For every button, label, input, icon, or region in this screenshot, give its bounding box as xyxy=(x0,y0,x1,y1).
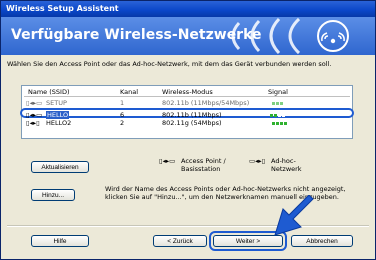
network-row-selected[interactable]: ▯◂▸▭ HELLO 6 802.11b (11Mbps) xyxy=(20,108,354,119)
refresh-button[interactable]: Aktualisieren xyxy=(31,161,89,173)
network-list[interactable]: Name (SSID) Kanal Wireless-Modus Signal … xyxy=(20,85,354,139)
network-mode: 802.11b (11Mbps/54Mbps) xyxy=(162,99,250,107)
network-name: SETUP xyxy=(46,99,67,107)
pointer-arrow-icon xyxy=(274,195,314,236)
back-button[interactable]: < Zurück xyxy=(153,235,207,247)
col-header-channel: Kanal xyxy=(120,88,139,96)
network-channel: 1 xyxy=(120,99,125,107)
network-row[interactable]: ▯◂▸▯ HELLO2 2 802.11g (54Mbps) xyxy=(22,118,352,128)
instruction-text: Wählen Sie den Access Point oder das Ad-… xyxy=(7,60,332,68)
network-row[interactable]: ▯◂▸▭ SETUP 1 802.11b (11Mbps/54Mbps) xyxy=(22,98,352,108)
adhoc-network-icon: ▯◂▸▯ xyxy=(26,119,40,127)
wizard-window: Wireless Setup Assistent Verfügbare Wire… xyxy=(0,0,376,260)
add-network-hint: Wird der Name des Access Points oder Ad-… xyxy=(105,185,346,201)
network-mode: 802.11g (54Mbps) xyxy=(162,119,222,127)
wireless-waves-graphic xyxy=(231,17,349,55)
col-header-mode: Wireless-Modus xyxy=(162,88,213,96)
add-network-button[interactable]: Hinzu... xyxy=(31,189,75,201)
legend-access-point: Access Point / Basisstation xyxy=(181,157,226,173)
legend-adhoc: Ad-hoc-Netzwerk xyxy=(271,157,302,173)
network-channel: 2 xyxy=(120,119,125,127)
help-button[interactable]: Hilfe xyxy=(31,235,89,247)
header-divider xyxy=(24,96,350,97)
access-point-icon: ▯◂▸▭ xyxy=(159,157,176,165)
signal-strength-icon xyxy=(272,99,288,107)
col-header-signal: Signal xyxy=(268,88,288,96)
header-banner: Verfügbare Wireless-Netzwerke xyxy=(1,17,375,55)
signal-strength-icon xyxy=(272,119,288,127)
window-title: Wireless Setup Assistent xyxy=(6,4,119,13)
network-name: HELLO2 xyxy=(46,119,72,127)
col-header-name: Name (SSID) xyxy=(28,88,70,96)
adhoc-network-icon: ▭◂▸▯ xyxy=(249,157,266,165)
title-bar: Wireless Setup Assistent xyxy=(1,1,375,17)
access-point-icon: ▯◂▸▭ xyxy=(26,99,43,107)
